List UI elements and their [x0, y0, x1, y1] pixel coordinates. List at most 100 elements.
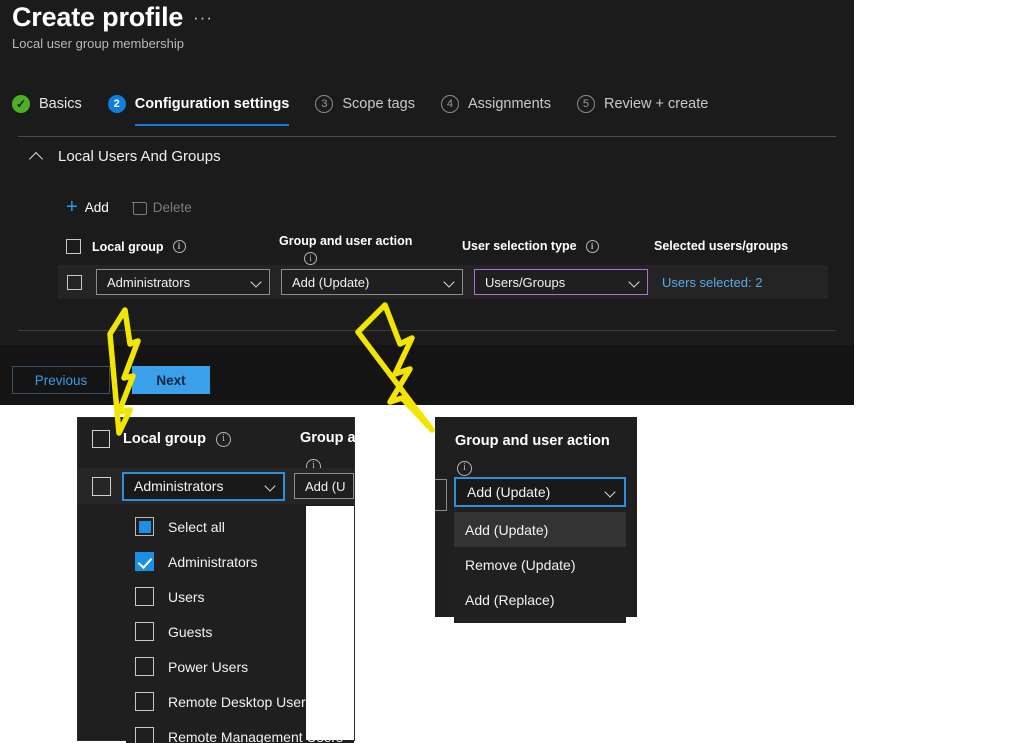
option-label: Guests [168, 624, 212, 640]
blade-header: Create profile ··· Local user group memb… [0, 0, 854, 60]
column-header-group-and-user-action: Group and user action [279, 234, 412, 248]
popup-action-header-label: Group and user action [455, 433, 610, 449]
chevron-down-icon [445, 278, 454, 287]
tab-scope-tags-label: Scope tags [342, 96, 415, 112]
local-group-dropdown-value: Administrators [107, 275, 190, 290]
option-checkbox[interactable] [135, 552, 154, 571]
delete-button[interactable]: Delete [133, 200, 192, 215]
tab-scope-tags[interactable]: 3 Scope tags [315, 88, 415, 120]
tab-configuration-settings-label: Configuration settings [135, 96, 290, 112]
option-add-replace[interactable]: Add (Replace) [454, 582, 626, 617]
page-title: Create profile [12, 2, 183, 33]
popup-local-group-header: Local group i [92, 430, 231, 448]
info-icon-group-and-user-action[interactable]: i [304, 252, 317, 265]
tab-review-create[interactable]: 5 Review + create [577, 88, 708, 120]
option-checkbox[interactable] [135, 692, 154, 711]
plus-icon: + [66, 197, 78, 217]
select-all-rows-checkbox[interactable] [92, 430, 110, 448]
adjacent-dropdown-edge [435, 479, 447, 511]
column-header-user-selection-type-label: User selection type [462, 239, 577, 253]
popup-local-group-col2-label: Group a [300, 430, 356, 446]
option-label: Power Users [168, 659, 248, 675]
group-and-user-action-dropdown[interactable]: Add (Update) [454, 477, 626, 507]
section-local-users-and-groups[interactable]: Local Users And Groups [30, 148, 221, 165]
popup-local-group-header-label: Local group [123, 431, 206, 447]
screenshot-root: Create profile ··· Local user group memb… [0, 0, 1024, 743]
selected-users-link[interactable]: Users selected: 2 [662, 275, 762, 290]
tab-assignments-label: Assignments [468, 96, 551, 112]
page-subtitle: Local user group membership [12, 36, 184, 51]
info-icon-local-group[interactable]: i [216, 432, 231, 447]
header-divider [18, 136, 836, 137]
chevron-down-icon [630, 278, 639, 287]
chevron-down-icon [252, 278, 261, 287]
option-label: Select all [168, 519, 225, 535]
active-tab-underline [135, 124, 290, 126]
row-select-checkbox[interactable] [67, 275, 82, 290]
more-options-button[interactable]: ··· [193, 10, 213, 26]
grid-bottom-divider [18, 330, 836, 331]
tab-assignments[interactable]: 4 Assignments [441, 88, 551, 120]
chevron-down-icon [266, 482, 275, 491]
wizard-tabs: ✓ Basics 2 Configuration settings 3 Scop… [12, 88, 734, 128]
info-icon-group-and-user-action[interactable]: i [457, 461, 472, 476]
option-add-update[interactable]: Add (Update) [454, 512, 626, 547]
next-button[interactable]: Next [132, 366, 210, 394]
option-checkbox[interactable] [135, 657, 154, 676]
group-and-user-action-dropdown-value: Add (Update) [467, 484, 550, 500]
step-number-4: 4 [441, 95, 459, 113]
popup-background-cutout [306, 506, 354, 740]
step-number-5: 5 [577, 95, 595, 113]
command-bar: + Add Delete [66, 197, 216, 217]
previous-button[interactable]: Previous [12, 366, 110, 394]
local-group-dropdown[interactable]: Administrators [122, 472, 285, 501]
row-select-checkbox[interactable] [92, 477, 111, 496]
option-remove-update[interactable]: Remove (Update) [454, 547, 626, 582]
check-icon: ✓ [12, 95, 30, 113]
step-number-2: 2 [108, 95, 126, 113]
option-label: Users [168, 589, 205, 605]
local-group-dropdown-value: Administrators [134, 478, 223, 494]
group-and-user-action-dropdown[interactable]: Add (Update) [281, 269, 463, 295]
info-icon-user-selection-type[interactable]: i [586, 240, 599, 253]
chevron-down-icon [606, 488, 615, 497]
tab-review-create-label: Review + create [604, 96, 708, 112]
delete-button-label: Delete [153, 200, 192, 215]
step-number-3: 3 [315, 95, 333, 113]
tab-basics-label: Basics [39, 96, 82, 112]
group-and-user-action-dropdown[interactable]: Add (U [294, 473, 354, 499]
chevron-up-icon[interactable] [30, 150, 44, 164]
column-header-selected-users-groups: Selected users/groups [654, 239, 788, 253]
user-selection-type-dropdown-value: Users/Groups [485, 275, 565, 290]
option-checkbox[interactable] [135, 727, 154, 743]
group-and-user-action-popup: Group and user action i Add (Update) Add… [435, 417, 637, 617]
table-row: Administrators Add (Update) Users/Groups… [58, 265, 828, 299]
option-label: Remote Desktop Users [168, 694, 313, 710]
tab-configuration-settings[interactable]: 2 Configuration settings [108, 88, 290, 120]
trash-icon [133, 200, 145, 214]
group-and-user-action-dropdown-value: Add (U [305, 479, 345, 494]
popup-action-info-wrap: i [457, 457, 472, 476]
info-icon-local-group[interactable]: i [173, 240, 186, 253]
local-group-dropdown[interactable]: Administrators [96, 269, 270, 295]
select-all-checkbox[interactable] [135, 517, 154, 536]
option-checkbox[interactable] [135, 587, 154, 606]
user-selection-type-dropdown[interactable]: Users/Groups [474, 269, 648, 295]
tab-basics[interactable]: ✓ Basics [12, 88, 82, 120]
group-and-user-action-dropdown-value: Add (Update) [292, 275, 369, 290]
add-button-label: Add [85, 200, 109, 215]
create-profile-blade: Create profile ··· Local user group memb… [0, 0, 854, 405]
local-group-dropdown-popup: Local group i Group a i Administrators A… [78, 418, 354, 740]
add-button[interactable]: + Add [66, 197, 109, 217]
popup-local-group-row: Administrators Add (U [78, 468, 354, 504]
column-header-user-selection-type: User selection type i [462, 239, 599, 253]
watermark [884, 2, 1014, 30]
column-header-local-group-label: Local group [92, 240, 164, 254]
action-option-list: Add (Update) Remove (Update) Add (Replac… [454, 509, 626, 623]
grid-header: Local group i Group and user action i Us… [66, 236, 836, 260]
blade-footer [0, 345, 854, 405]
option-checkbox[interactable] [135, 622, 154, 641]
select-all-rows-checkbox[interactable] [66, 239, 81, 254]
column-header-local-group: Local group i [66, 239, 186, 254]
option-label: Administrators [168, 554, 257, 570]
